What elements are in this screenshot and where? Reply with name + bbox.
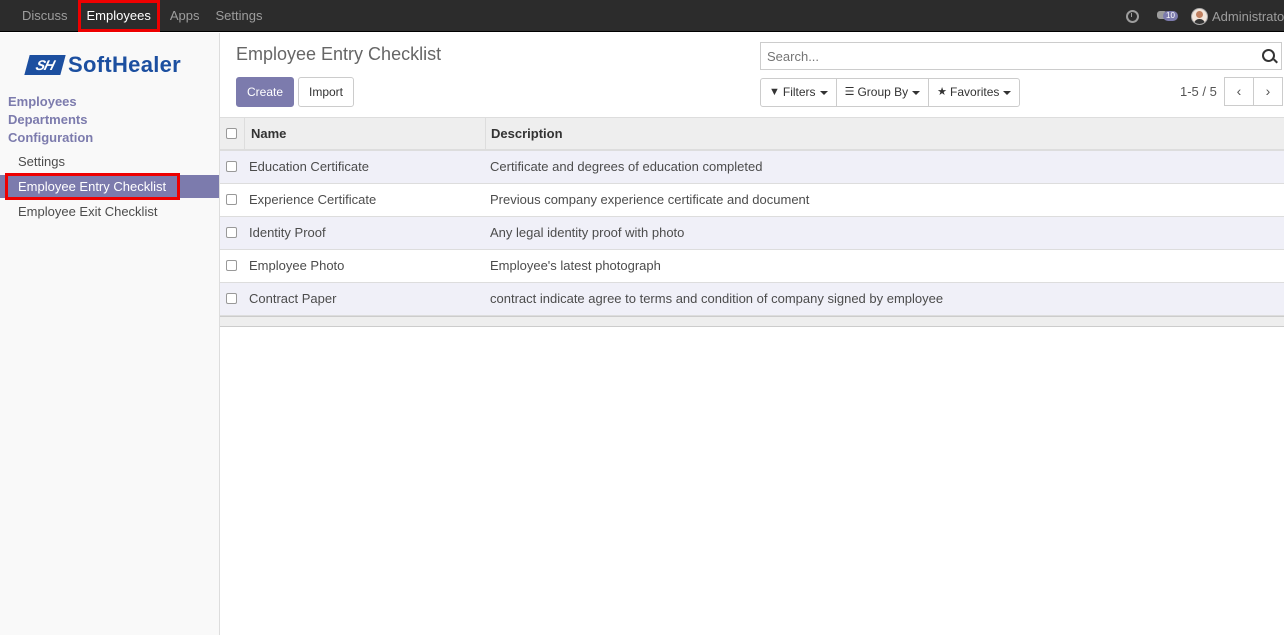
chat-badge: 10 [1163,11,1178,21]
page-title: Employee Entry Checklist [236,44,442,64]
user-menu[interactable]: Administrator [1212,9,1284,24]
logo-mark: SH [24,55,66,75]
favorites-button[interactable]: ★ Favorites [929,79,1019,106]
search-input[interactable] [761,43,1251,69]
table-row[interactable]: Identity Proof Any legal identity proof … [220,217,1284,250]
sidebar-item-departments[interactable]: Departments [8,112,87,127]
column-header-name[interactable]: Name [244,118,486,150]
row-checkbox[interactable] [226,161,237,172]
avatar[interactable] [1191,7,1208,25]
row-description: contract indicate agree to terms and con… [490,291,944,306]
group-by-button[interactable]: ☰ Group By [837,79,930,106]
row-name: Experience Certificate [249,192,377,207]
row-description: Employee's latest photograph [490,258,661,273]
chevron-right-icon[interactable]: › [1253,77,1283,106]
row-description: Any legal identity proof with photo [490,225,685,240]
top-navbar: Discuss Employees Apps Settings 10 Admin… [0,0,1284,32]
search-options: ▼ Filters ☰ Group By ★ Favorites [760,78,1021,107]
caret-down-icon [819,90,828,95]
filters-label: Filters [782,85,816,99]
row-checkbox[interactable] [226,194,237,205]
caret-down-icon [912,90,921,95]
row-checkbox[interactable] [226,227,237,238]
table-row[interactable]: Contract Paper contract indicate agree t… [220,283,1284,316]
clock-icon[interactable] [1126,9,1139,23]
app-menu: Discuss Employees Apps Settings [14,0,270,32]
column-header-description[interactable]: Description [486,118,563,150]
row-description: Certificate and degrees of education com… [490,159,763,174]
menu-discuss[interactable]: Discuss [14,0,76,32]
row-description: Previous company experience certificate … [490,192,810,207]
company-logo: SH SoftHealer [24,52,182,78]
pager-value[interactable]: 1-5 / 5 [1180,84,1217,99]
list-icon: ☰ [844,86,855,98]
table-row[interactable]: Education Certificate Certificate and de… [220,151,1284,184]
import-button[interactable]: Import [298,77,354,107]
table-header: Name Description [220,117,1284,151]
sidebar-item-exit-checklist[interactable]: Employee Exit Checklist [18,204,157,219]
sidebar-item-employees[interactable]: Employees [8,94,77,109]
row-name: Employee Photo [249,258,345,273]
table-row[interactable]: Experience Certificate Previous company … [220,184,1284,217]
main-content: Employee Entry Checklist Create Import ▼… [220,33,1284,635]
favorites-label: Favorites [950,85,1000,99]
menu-employees[interactable]: Employees [77,0,160,32]
sidebar: SH SoftHealer Employees Departments Conf… [0,33,220,635]
row-checkbox[interactable] [226,293,237,304]
menu-apps[interactable]: Apps [162,0,208,32]
row-name: Education Certificate [249,159,369,174]
sidebar-item-settings[interactable]: Settings [18,154,65,169]
row-checkbox[interactable] [226,260,237,271]
filters-button[interactable]: ▼ Filters [761,79,837,106]
chevron-left-icon[interactable]: ‹ [1224,77,1254,106]
search-icon[interactable] [1262,49,1275,62]
caret-down-icon [1003,90,1012,95]
row-name: Identity Proof [249,225,326,240]
systray: 10 Administrator [1126,0,1284,32]
group-by-label: Group By [857,85,909,99]
row-name: Contract Paper [249,291,337,306]
select-all-checkbox[interactable] [226,128,237,139]
chat-icon[interactable]: 10 [1157,9,1179,23]
search-bar [760,42,1282,70]
table-footer [220,316,1284,327]
sidebar-item-entry-checklist[interactable]: Employee Entry Checklist [18,179,166,194]
logo-text: SoftHealer [68,52,182,77]
list-view-table: Name Description Education Certificate C… [220,117,1284,327]
sidebar-item-configuration[interactable]: Configuration [8,130,93,145]
menu-settings[interactable]: Settings [207,0,270,32]
table-row[interactable]: Employee Photo Employee's latest photogr… [220,250,1284,283]
filter-icon: ▼ [769,86,780,98]
create-button[interactable]: Create [236,77,294,107]
star-icon: ★ [937,86,948,98]
